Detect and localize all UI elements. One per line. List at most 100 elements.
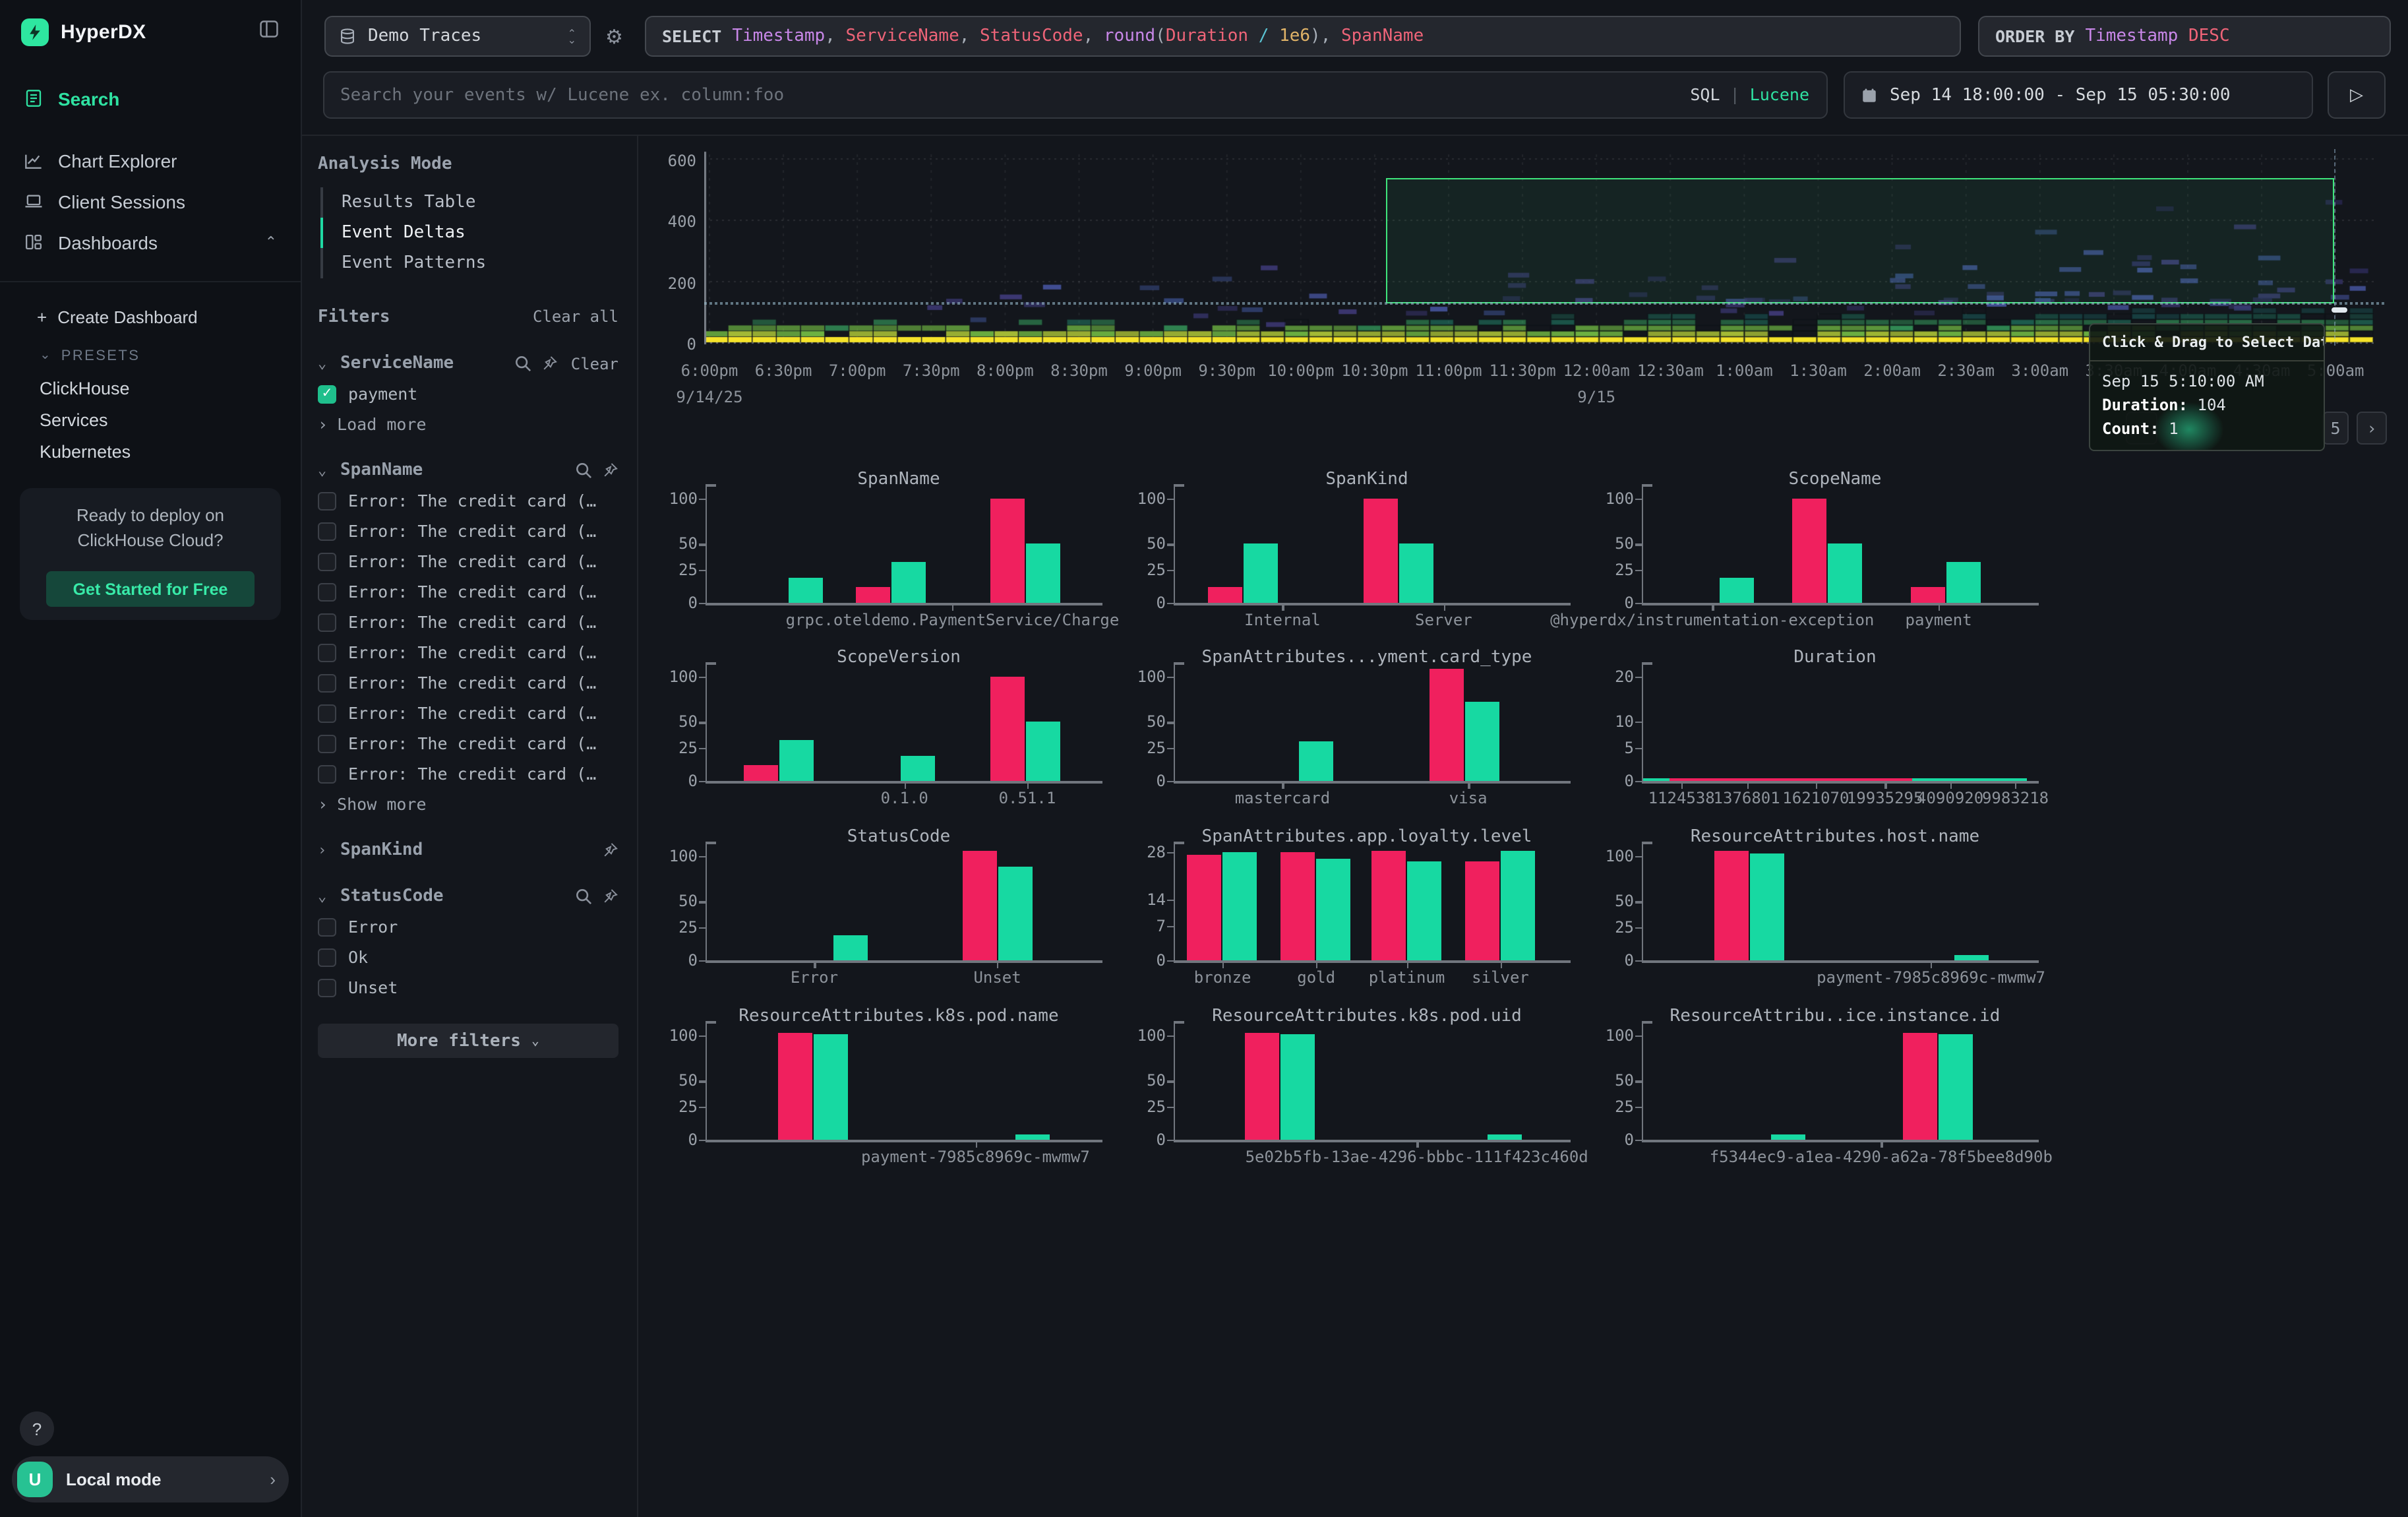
search-icon[interactable] xyxy=(575,888,592,905)
sidebar-preset-kubernetes[interactable]: Kubernetes xyxy=(0,435,301,467)
bar-ok[interactable] xyxy=(1827,544,1861,603)
bar-error[interactable] xyxy=(990,499,1024,603)
filter-option[interactable]: Error: The credit card (… xyxy=(318,642,618,662)
bar-ok[interactable] xyxy=(1466,702,1500,781)
bar-ok[interactable] xyxy=(1025,722,1060,781)
bar-ok[interactable] xyxy=(1015,1134,1050,1140)
bar-ok[interactable] xyxy=(833,935,867,960)
pin-icon[interactable] xyxy=(541,355,558,372)
run-query-button[interactable]: ▷ xyxy=(2328,71,2386,119)
date-range-picker[interactable]: Sep 14 18:00:00 - Sep 15 05:30:00 xyxy=(1844,71,2313,119)
chevron-down-icon[interactable]: ⌄ xyxy=(318,462,331,479)
filter-group-name[interactable]: StatusCode xyxy=(340,886,444,906)
create-dashboard-button[interactable]: + Create Dashboard xyxy=(0,301,301,334)
analysis-mode-option-results-table[interactable]: Results Table xyxy=(323,187,618,218)
bar-error[interactable] xyxy=(1430,668,1464,781)
checkbox[interactable] xyxy=(318,582,336,601)
bar-ok[interactable] xyxy=(1501,850,1535,960)
source-select[interactable]: Demo Traces ⌃⌄ xyxy=(324,16,591,57)
bar-error[interactable] xyxy=(855,587,889,603)
filter-group-name[interactable]: ServiceName xyxy=(340,354,454,373)
checkbox[interactable] xyxy=(318,704,336,722)
checkbox[interactable] xyxy=(318,917,336,936)
pin-icon[interactable] xyxy=(601,888,618,905)
page-next-button[interactable]: › xyxy=(2357,412,2387,445)
bar-ok[interactable] xyxy=(891,562,925,603)
bar-error[interactable] xyxy=(1364,499,1398,603)
filter-option[interactable]: Ok xyxy=(318,947,618,967)
bar-error[interactable] xyxy=(779,1032,813,1140)
chevron-right-icon[interactable]: › xyxy=(318,842,331,859)
bar-ok[interactable] xyxy=(1316,859,1350,960)
checkbox[interactable] xyxy=(318,552,336,571)
checkbox[interactable] xyxy=(318,673,336,692)
checkbox[interactable]: ✓ xyxy=(318,385,336,403)
user-menu[interactable]: U Local mode › xyxy=(12,1456,289,1502)
sidebar-item-search[interactable]: Search xyxy=(0,78,301,119)
bar-error[interactable] xyxy=(1209,587,1243,603)
get-started-button[interactable]: Get Started for Free xyxy=(46,571,255,607)
filter-group-name[interactable]: SpanName xyxy=(340,460,423,480)
show-more-button[interactable]: ›Show more xyxy=(318,794,618,814)
filter-option[interactable]: Error: The credit card (… xyxy=(318,551,618,571)
bar-ok[interactable] xyxy=(1771,1134,1805,1140)
chevron-up-icon[interactable]: ⌃ xyxy=(265,233,277,251)
select-clause-input[interactable]: SELECT Timestamp, ServiceName, StatusCod… xyxy=(645,16,1961,57)
bar-ok[interactable] xyxy=(1751,853,1785,960)
bar-ok[interactable] xyxy=(1946,562,1981,603)
bar-error[interactable] xyxy=(1791,499,1826,603)
page-5-button[interactable]: 5 xyxy=(2322,412,2349,445)
filter-option[interactable]: Error: The credit card (… xyxy=(318,673,618,693)
bar-error[interactable] xyxy=(1715,850,1749,960)
filter-option[interactable]: ✓payment xyxy=(318,384,618,404)
bar-error[interactable] xyxy=(963,850,997,960)
sidebar-item-client-sessions[interactable]: Client Sessions xyxy=(0,181,301,222)
bar-error[interactable] xyxy=(1187,855,1221,960)
checkbox[interactable] xyxy=(318,978,336,997)
bar-ok[interactable] xyxy=(1954,954,1989,960)
sidebar-preset-services[interactable]: Services xyxy=(0,404,301,435)
bar-ok[interactable] xyxy=(780,740,814,781)
bar-ok[interactable] xyxy=(998,867,1033,960)
filter-option[interactable]: Error: The credit card (… xyxy=(318,582,618,602)
filter-group-name[interactable]: SpanKind xyxy=(340,840,423,860)
heatmap-threshold-line[interactable] xyxy=(704,302,2384,305)
bar-error[interactable] xyxy=(1911,587,1945,603)
sql-toggle[interactable]: SQL xyxy=(1690,84,1720,104)
bar-ok[interactable] xyxy=(1281,1035,1315,1140)
bar-ok[interactable] xyxy=(1407,861,1441,960)
sidebar-item-chart-explorer[interactable]: Chart Explorer xyxy=(0,140,301,181)
heatmap-selection-region[interactable] xyxy=(1386,178,2334,303)
bar-error[interactable] xyxy=(1465,861,1499,960)
checkbox[interactable] xyxy=(318,643,336,662)
search-icon[interactable] xyxy=(575,462,592,479)
chevron-down-icon[interactable]: ⌄ xyxy=(318,355,331,372)
bar-error[interactable] xyxy=(1280,852,1315,960)
search-icon[interactable] xyxy=(514,355,531,372)
filter-option[interactable]: Unset xyxy=(318,977,618,997)
checkbox[interactable] xyxy=(318,491,336,510)
bar-ok[interactable] xyxy=(1399,544,1433,603)
bar-error[interactable] xyxy=(1903,1032,1937,1140)
bar-ok[interactable] xyxy=(1488,1134,1522,1140)
filter-option[interactable]: Error: The credit card (… xyxy=(318,612,618,632)
filter-option[interactable]: Error: The credit card (… xyxy=(318,703,618,723)
clear-all-button[interactable]: Clear all xyxy=(533,307,618,326)
bar-ok[interactable] xyxy=(1299,741,1333,781)
checkbox[interactable] xyxy=(318,948,336,966)
search-input[interactable] xyxy=(323,71,1828,119)
bar-ok[interactable] xyxy=(1720,577,1754,603)
bar-ok[interactable] xyxy=(1939,1035,1973,1140)
presets-toggle[interactable]: ⌄ PRESETS xyxy=(0,339,301,372)
checkbox[interactable] xyxy=(318,613,336,631)
bar-error[interactable] xyxy=(990,677,1024,781)
load-more-button[interactable]: ›Load more xyxy=(318,414,618,434)
bar-ok[interactable] xyxy=(1025,544,1060,603)
clear-filter-button[interactable]: Clear xyxy=(571,354,618,373)
filter-option[interactable]: Error: The credit card (… xyxy=(318,491,618,511)
filter-option[interactable]: Error xyxy=(318,917,618,937)
more-filters-button[interactable]: More filters ⌄ xyxy=(318,1024,618,1058)
checkbox[interactable] xyxy=(318,734,336,753)
sidebar-preset-clickhouse[interactable]: ClickHouse xyxy=(0,372,301,404)
filter-option[interactable]: Error: The credit card (… xyxy=(318,733,618,753)
